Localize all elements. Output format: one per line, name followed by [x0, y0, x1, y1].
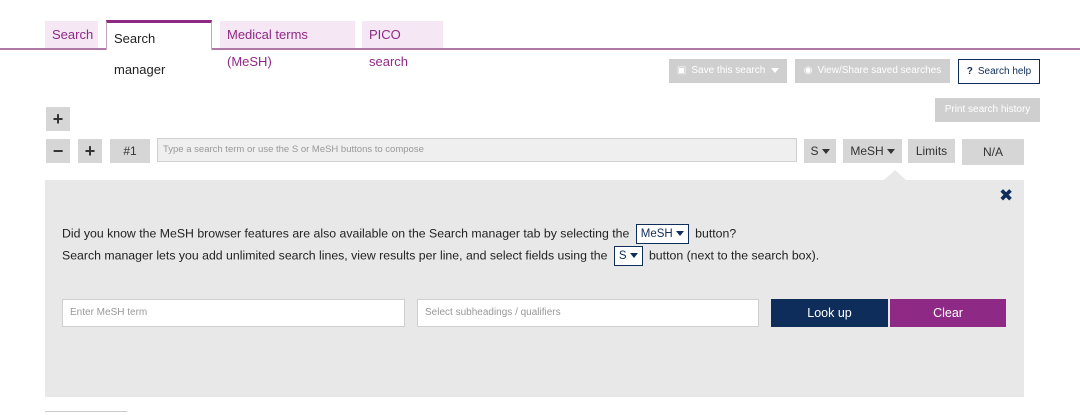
add-line-below-button[interactable]: + — [78, 139, 102, 163]
subheadings-select[interactable]: Select subheadings / qualifiers — [417, 299, 759, 327]
line-number: #1 — [110, 139, 150, 163]
close-icon[interactable]: ✖ — [999, 186, 1013, 206]
add-line-button[interactable]: + — [46, 107, 70, 131]
clear-button[interactable]: Clear — [890, 299, 1006, 327]
info-line-mesh: Did you know the MeSH browser features a… — [62, 224, 736, 244]
remove-line-button[interactable]: − — [46, 139, 70, 163]
chevron-down-icon — [629, 253, 638, 259]
print-search-history-button[interactable]: Print search history — [935, 98, 1040, 122]
limits-button[interactable]: Limits — [908, 139, 955, 163]
inline-mesh-button[interactable]: MeSH — [635, 224, 689, 244]
mesh-button[interactable]: MeSH — [843, 139, 902, 163]
tab-bar: Search Search manager Medical terms (MeS… — [0, 0, 1080, 77]
info-line2-text: Search manager lets you add unlimited se… — [62, 248, 608, 263]
view-share-searches-button[interactable]: ◉ View/Share saved searches — [795, 59, 950, 83]
mesh-button-label: MeSH — [850, 144, 884, 158]
tab-search[interactable]: Search — [45, 21, 98, 48]
inline-mesh-label: MeSH — [640, 228, 673, 240]
info-line1-text: Did you know the MeSH browser features a… — [62, 226, 630, 241]
question-icon: ? — [966, 66, 973, 77]
chevron-down-icon — [771, 67, 780, 73]
search-help-label: Search help — [977, 66, 1032, 77]
save-search-label: Save this search — [691, 65, 766, 76]
inline-s-label: S — [618, 250, 627, 262]
result-count: N/A — [962, 139, 1024, 165]
save-icon: ▣ — [676, 65, 687, 76]
tab-pico-search[interactable]: PICO search — [362, 21, 443, 69]
chevron-down-icon — [675, 231, 684, 237]
bottom-divider — [45, 411, 127, 415]
chevron-down-icon — [821, 149, 830, 155]
info-line1-after: button? — [695, 226, 737, 241]
search-help-button[interactable]: ? Search help — [958, 59, 1040, 84]
panel-pointer — [884, 170, 906, 180]
view-share-label: View/Share saved searches — [817, 65, 942, 76]
s-button-label: S — [810, 144, 819, 158]
tab-search-manager[interactable]: Search manager — [106, 20, 212, 77]
info-line2-after: button (next to the search box). — [648, 248, 820, 263]
mesh-info-panel — [45, 180, 1024, 397]
eye-icon: ◉ — [803, 65, 813, 76]
mesh-term-input[interactable]: Enter MeSH term — [62, 299, 405, 327]
tab-medical-terms-mesh[interactable]: Medical terms (MeSH) — [220, 21, 355, 69]
field-select-s-button[interactable]: S — [804, 139, 836, 163]
save-search-button[interactable]: ▣ Save this search — [669, 59, 787, 83]
chevron-down-icon — [886, 149, 895, 155]
info-line-s: Search manager lets you add unlimited se… — [62, 246, 819, 266]
search-input[interactable]: Type a search term or use the S or MeSH … — [157, 138, 797, 162]
inline-s-button[interactable]: S — [613, 246, 643, 266]
look-up-button[interactable]: Look up — [771, 299, 888, 327]
